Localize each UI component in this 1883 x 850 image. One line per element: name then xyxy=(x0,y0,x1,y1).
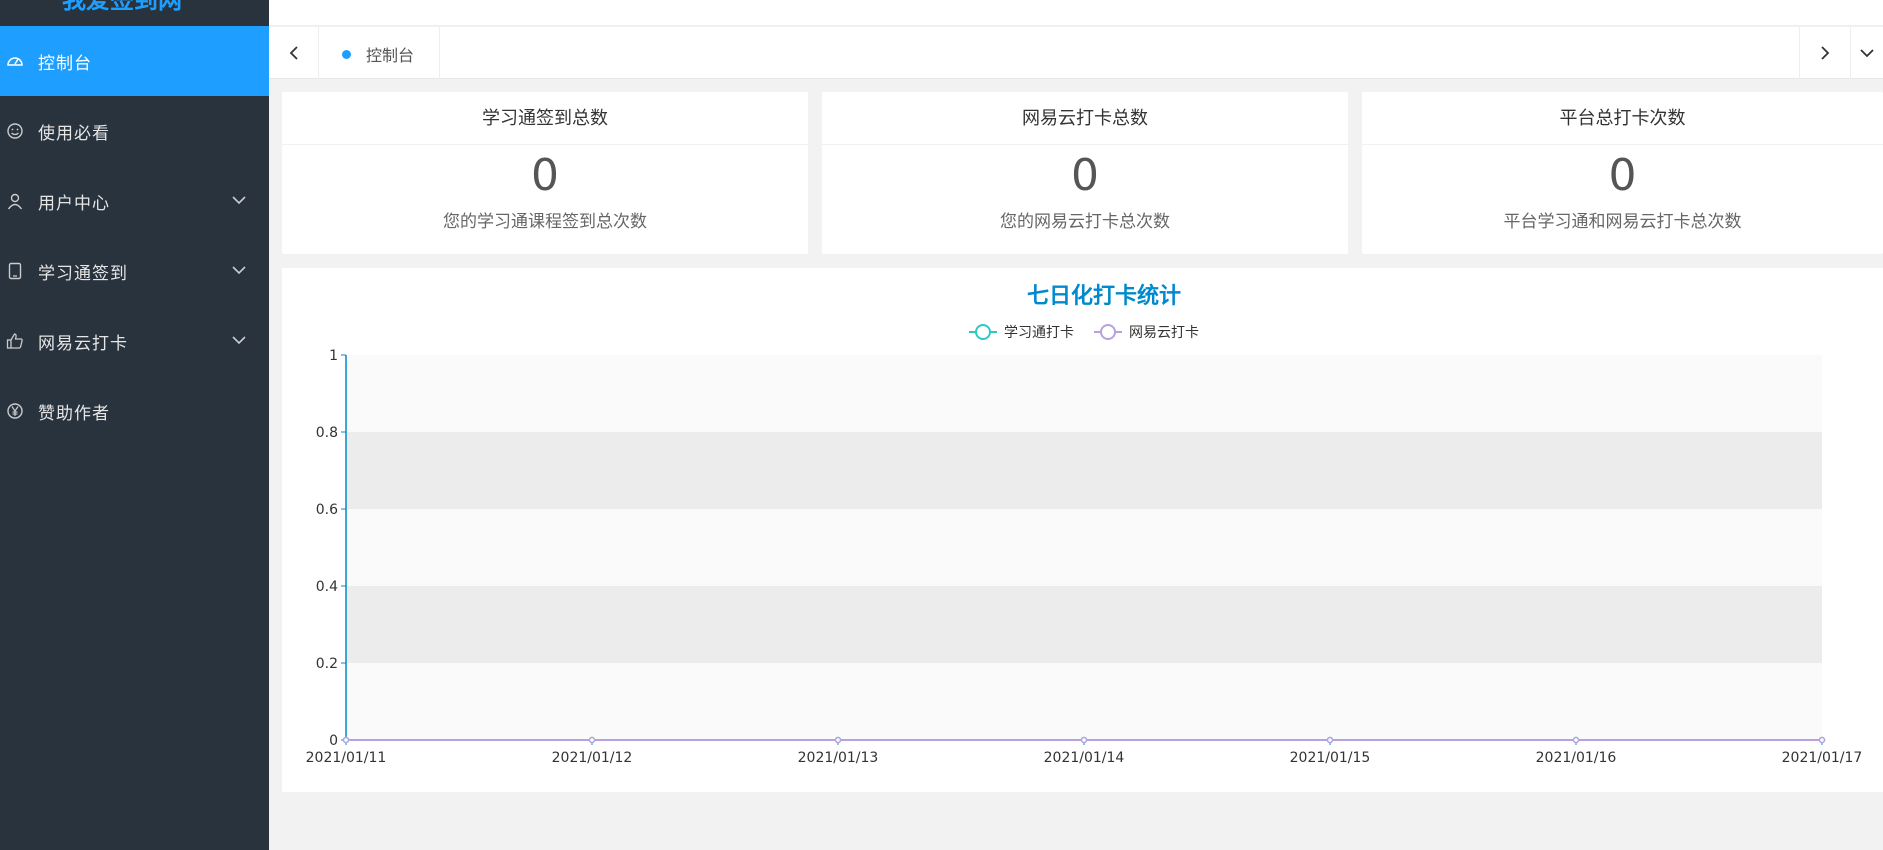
sidebar-item-dashboard[interactable]: 控制台 xyxy=(0,26,269,96)
chart-panel: 七日化打卡统计 0 0.2 0.4 0.6 0.8 1 2021/01/11 2021/01/1… xyxy=(282,268,1883,792)
tab-scroll-left-button[interactable] xyxy=(269,27,319,79)
sidebar-item-label: 用户中心 xyxy=(38,193,110,214)
series-point xyxy=(1818,736,1826,744)
top-header xyxy=(269,0,1883,26)
card-value: 0 xyxy=(531,150,559,201)
card-description: 您的网易云打卡总次数 xyxy=(1000,212,1170,232)
x-tick-label: 2021/01/16 xyxy=(1536,750,1617,766)
card-value: 0 xyxy=(1608,150,1637,201)
y-tick-label: 1 xyxy=(329,348,338,364)
legend-marker xyxy=(1100,324,1116,340)
sidebar-item-label: 控制台 xyxy=(38,53,92,74)
series-point xyxy=(834,736,842,744)
sidebar-item-netease[interactable]: 网易云打卡 xyxy=(0,306,269,376)
x-tick-label: 2021/01/14 xyxy=(1044,750,1125,766)
tab-scroll-right-button[interactable] xyxy=(1799,27,1849,79)
chevron-down-icon xyxy=(1860,49,1874,58)
y-tick-label: 0.6 xyxy=(316,502,338,518)
line-chart: 七日化打卡统计 0 0.2 0.4 0.6 0.8 1 2021/01/11 2021/01/1… xyxy=(306,283,1863,766)
card-description: 您的学习通课程签到总次数 xyxy=(443,212,647,232)
legend-label: 网易云打卡 xyxy=(1129,324,1199,341)
y-tick-label: 0.2 xyxy=(316,656,338,672)
chevron-down-icon xyxy=(232,266,246,275)
sidebar: 我爱签到网 控制台 使用必看 用户中心 学习通签到 网易云打卡 赞助作者 xyxy=(0,0,269,850)
chart-band xyxy=(346,663,1822,740)
tab-menu-button[interactable] xyxy=(1850,27,1883,79)
sidebar-item-guide[interactable]: 使用必看 xyxy=(0,96,269,166)
stat-card-platform: 平台总打卡次数 0 平台学习通和网易云打卡总次数 xyxy=(1362,92,1883,254)
chart-band xyxy=(346,432,1822,509)
chevron-right-icon xyxy=(1820,46,1829,60)
series-point xyxy=(342,736,350,744)
chart-band xyxy=(346,509,1822,586)
x-tick-label: 2021/01/13 xyxy=(798,750,879,766)
sidebar-item-label: 使用必看 xyxy=(38,123,110,144)
chevron-left-icon xyxy=(289,46,298,60)
logo[interactable]: 我爱签到网 xyxy=(0,0,269,26)
sidebar-item-label: 学习通签到 xyxy=(38,263,128,284)
yen-icon xyxy=(7,403,23,419)
series-point xyxy=(1326,736,1334,744)
thumbs-up-icon xyxy=(6,333,23,349)
dashboard-icon xyxy=(7,57,23,66)
card-title: 网易云打卡总数 xyxy=(822,92,1348,145)
card-value: 0 xyxy=(1071,150,1099,201)
tab-label: 控制台 xyxy=(366,46,415,65)
series-point xyxy=(1572,736,1580,744)
y-tick-label: 0.4 xyxy=(316,579,338,595)
tab-dashboard[interactable]: 控制台 xyxy=(320,27,440,79)
chart-band xyxy=(346,355,1822,432)
x-tick-label: 2021/01/17 xyxy=(1782,750,1863,766)
card-title: 学习通签到总数 xyxy=(282,92,808,145)
x-tick-label: 2021/01/11 xyxy=(306,750,387,766)
y-tick-label: 0 xyxy=(329,733,338,749)
sidebar-item-sponsor[interactable]: 赞助作者 xyxy=(0,376,269,446)
stat-card-xuexitong: 学习通签到总数 0 您的学习通课程签到总次数 xyxy=(282,92,808,254)
chart-band xyxy=(346,586,1822,663)
chart-title: 七日化打卡统计 xyxy=(1027,283,1181,309)
user-icon xyxy=(7,193,23,210)
tab-bar: 控制台 xyxy=(269,27,1883,79)
sidebar-item-xuexitong[interactable]: 学习通签到 xyxy=(0,236,269,306)
stat-card-netease: 网易云打卡总数 0 您的网易云打卡总次数 xyxy=(822,92,1348,254)
card-title: 平台总打卡次数 xyxy=(1362,92,1883,145)
phone-icon xyxy=(8,262,22,280)
chevron-down-icon xyxy=(232,196,246,205)
series-point xyxy=(1080,736,1088,744)
card-description: 平台学习通和网易云打卡总次数 xyxy=(1503,212,1742,232)
sidebar-item-label: 网易云打卡 xyxy=(38,333,128,354)
smile-icon xyxy=(7,123,23,139)
sidebar-item-label: 赞助作者 xyxy=(38,403,110,424)
series-point xyxy=(588,736,596,744)
sidebar-item-user-center[interactable]: 用户中心 xyxy=(0,166,269,236)
x-tick-label: 2021/01/12 xyxy=(552,750,633,766)
x-tick-label: 2021/01/15 xyxy=(1290,750,1371,766)
chevron-down-icon xyxy=(232,336,246,345)
y-tick-label: 0.8 xyxy=(316,425,338,441)
legend-label: 学习通打卡 xyxy=(1004,324,1074,341)
active-dot xyxy=(342,50,351,59)
legend-marker xyxy=(975,324,991,340)
logo-text: 我爱签到网 xyxy=(62,0,182,14)
